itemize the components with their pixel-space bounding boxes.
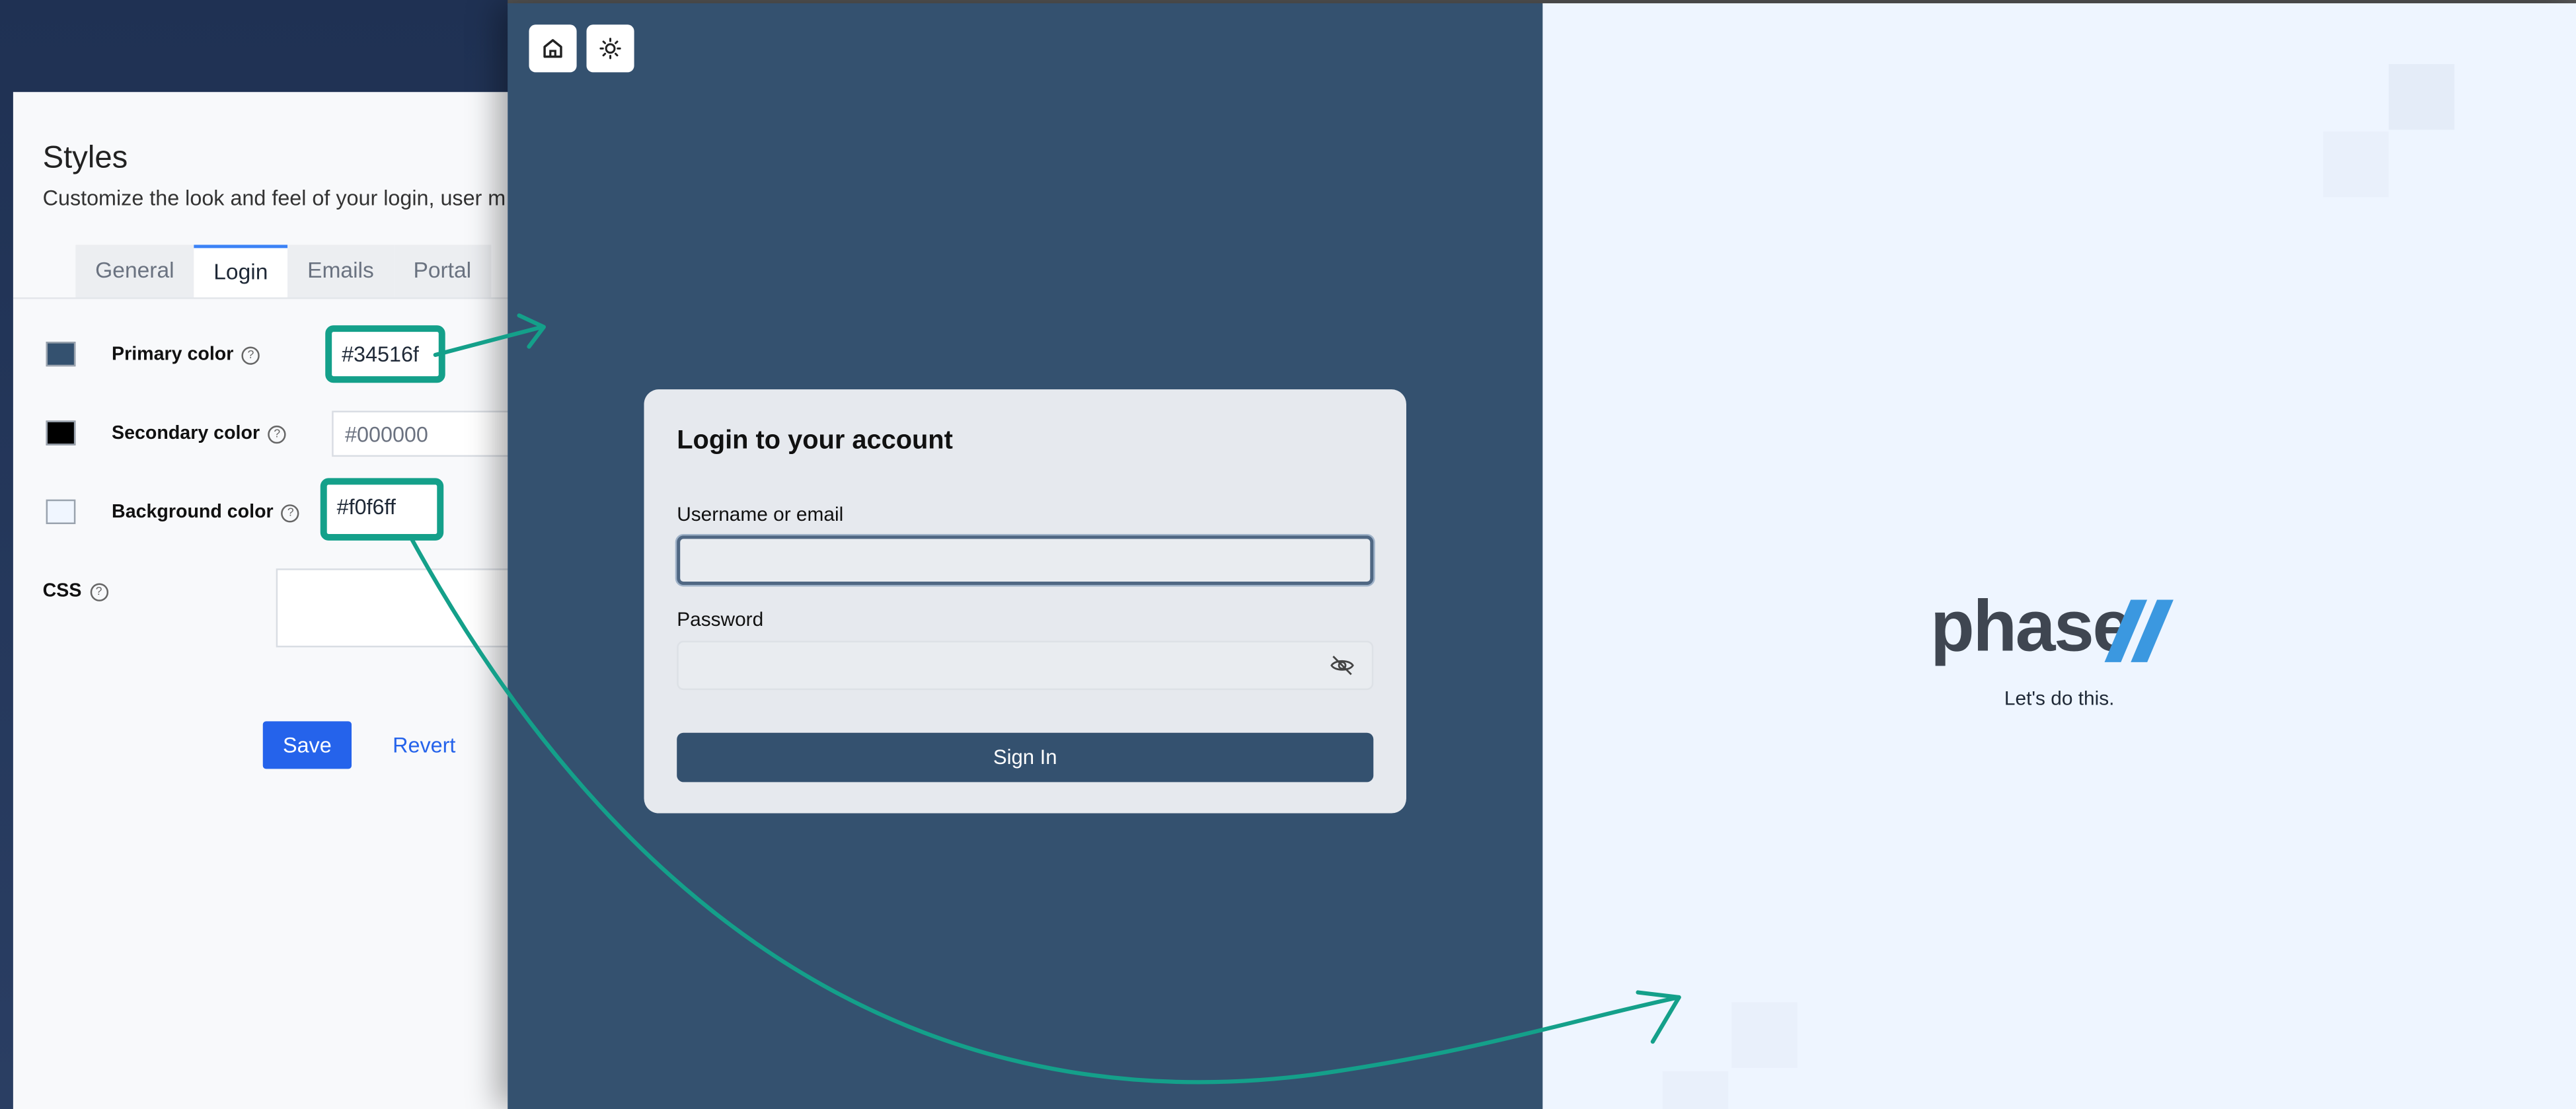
logo-wordmark: phase	[1930, 586, 2133, 668]
secondary-color-label: Secondary color?	[112, 424, 286, 444]
home-button[interactable]	[529, 24, 577, 73]
background-color-input[interactable]: #f0f6ff	[320, 478, 444, 541]
background-color-label: Background color?	[112, 503, 300, 523]
primary-color-input[interactable]: #34516f	[325, 325, 445, 383]
save-button[interactable]: Save	[262, 721, 352, 769]
css-textarea[interactable]	[276, 568, 539, 648]
sign-in-button[interactable]: Sign In	[677, 732, 1374, 783]
tab-login[interactable]: Login	[194, 245, 288, 297]
tab-general[interactable]: General	[75, 245, 194, 297]
logo-slashes-icon	[2104, 599, 2174, 662]
background-tile	[1662, 1071, 1729, 1109]
help-icon[interactable]: ?	[241, 346, 260, 365]
tagline: Let's do this.	[2004, 687, 2115, 710]
background-color-row: Background color?	[13, 490, 539, 539]
tab-emails[interactable]: Emails	[287, 245, 394, 297]
screenshot-stage: Styles Customize the look and feel of yo…	[0, 0, 2576, 1109]
sun-icon	[599, 38, 621, 59]
page-subtitle: Customize the look and feel of your logi…	[42, 185, 506, 211]
secondary-color-swatch[interactable]	[46, 420, 76, 445]
help-icon[interactable]: ?	[268, 425, 286, 444]
username-label: Username or email	[677, 502, 844, 526]
tab-portal[interactable]: Portal	[393, 245, 491, 297]
secondary-color-row: Secondary color? #000000	[13, 410, 539, 460]
tab-bar: General Login Emails Portal	[75, 245, 491, 297]
help-icon[interactable]: ?	[89, 583, 108, 601]
background-tile	[2323, 131, 2389, 198]
login-preview-window: Login to your account Username or email …	[508, 3, 2576, 1109]
eye-off-icon[interactable]	[1329, 652, 1355, 679]
brand-pane: phase Let's do this.	[1542, 3, 2576, 1109]
help-icon[interactable]: ?	[282, 504, 300, 523]
password-input[interactable]	[677, 640, 1374, 691]
css-label: CSS?	[43, 582, 108, 601]
password-label: Password	[677, 607, 764, 631]
username-input[interactable]	[677, 535, 1374, 586]
background-tile	[2388, 63, 2455, 130]
styles-settings-panel: Styles Customize the look and feel of yo…	[13, 92, 539, 1109]
primary-color-label: Primary color?	[112, 345, 260, 365]
primary-color-row: Primary color?	[13, 332, 539, 381]
page-title: Styles	[42, 141, 128, 176]
phase-logo: phase	[1930, 586, 2193, 668]
background-tile	[1731, 1002, 1798, 1068]
home-icon	[543, 39, 562, 58]
login-pane: Login to your account Username or email …	[508, 3, 1543, 1109]
revert-button[interactable]: Revert	[393, 721, 455, 769]
login-card: Login to your account Username or email …	[644, 389, 1406, 814]
tab-divider	[13, 297, 539, 299]
primary-color-swatch[interactable]	[46, 342, 76, 367]
theme-toggle-button[interactable]	[586, 24, 634, 73]
login-card-title: Login to your account	[677, 427, 953, 455]
background-color-swatch[interactable]	[46, 499, 76, 525]
